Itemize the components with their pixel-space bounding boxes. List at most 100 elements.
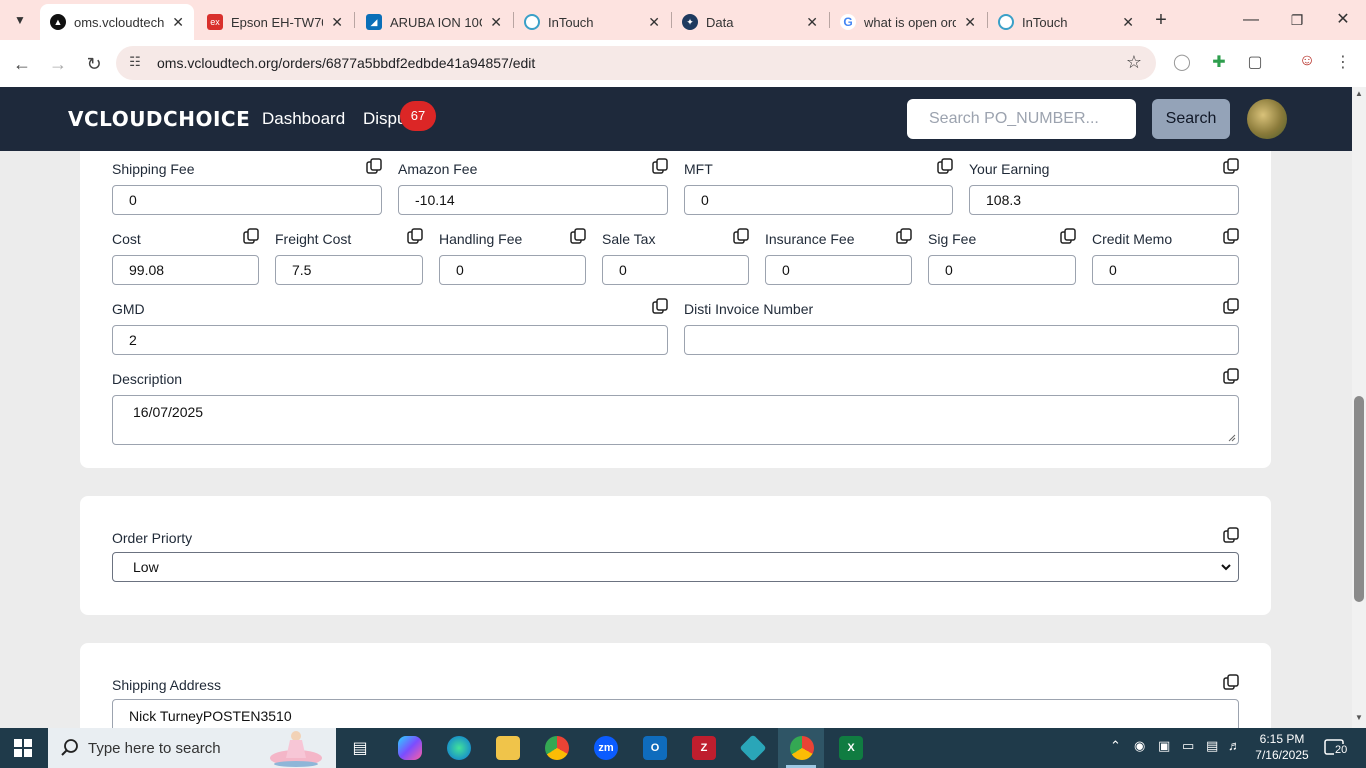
outlook-icon[interactable]: O	[643, 736, 667, 760]
browser-tab-intouch-2[interactable]: InTouch ✕	[988, 4, 1144, 40]
copy-icon[interactable]	[1223, 368, 1239, 384]
edge-browser-icon[interactable]	[447, 736, 471, 760]
freight-cost-label: Freight Cost	[275, 231, 352, 247]
copy-icon[interactable]	[1223, 228, 1239, 244]
back-arrow-icon[interactable]: ←	[7, 49, 37, 79]
reload-icon[interactable]: ↻	[79, 49, 109, 79]
extension-puzzle-green-icon[interactable]: ✚	[1208, 52, 1230, 74]
browser-menu-kebab-icon[interactable]: ⋮	[1332, 52, 1354, 74]
copy-icon[interactable]	[652, 158, 668, 174]
close-tab-icon[interactable]: ✕	[331, 14, 343, 31]
file-explorer-icon[interactable]	[496, 736, 520, 760]
shipping-fee-input[interactable]: 0	[112, 185, 382, 215]
filezilla-icon[interactable]: Z	[692, 736, 716, 760]
insurance-fee-input[interactable]: 0	[765, 255, 912, 285]
copy-icon[interactable]	[407, 228, 423, 244]
copy-icon[interactable]	[1223, 298, 1239, 314]
nav-dashboard-link[interactable]: Dashboard	[262, 109, 345, 129]
minimize-icon[interactable]: —	[1228, 6, 1274, 34]
browser-tab-google[interactable]: G what is open ord ✕	[830, 4, 986, 40]
browser-tab-intouch-1[interactable]: InTouch ✕	[514, 4, 670, 40]
copy-icon[interactable]	[1223, 527, 1239, 543]
profile-icon[interactable]: ☺	[1296, 52, 1318, 74]
zoom-icon[interactable]: zm	[594, 736, 618, 760]
browser-tab-oms[interactable]: ▲ oms.vcloudtech.o ✕	[40, 4, 194, 40]
copy-icon[interactable]	[733, 228, 749, 244]
description-textarea[interactable]: 16/07/2025	[112, 395, 1239, 445]
freight-cost-input[interactable]: 7.5	[275, 255, 423, 285]
scroll-up-arrow-icon[interactable]: ▲	[1354, 89, 1364, 98]
close-tab-icon[interactable]: ✕	[490, 14, 502, 31]
gmd-input[interactable]: 2	[112, 325, 668, 355]
credit-memo-input[interactable]: 0	[1092, 255, 1239, 285]
browser-tab-aruba[interactable]: ◢ ARUBA ION 10G ✕	[356, 4, 512, 40]
copilot-icon[interactable]	[398, 736, 422, 760]
copy-icon[interactable]	[896, 228, 912, 244]
close-tab-icon[interactable]: ✕	[806, 14, 818, 31]
scrollbar-thumb[interactable]	[1354, 396, 1364, 602]
chrome-profile-icon[interactable]	[790, 736, 814, 760]
amazon-fee-input[interactable]: -10.14	[398, 185, 668, 215]
excel-icon[interactable]: X	[839, 736, 863, 760]
address-bar[interactable]: ☷ oms.vcloudtech.org/orders/6877a5bbdf2e…	[116, 46, 1156, 80]
copy-icon[interactable]	[243, 228, 259, 244]
browser-tab-strip: ▼ ▲ oms.vcloudtech.o ✕ ex Epson EH-TW70 …	[0, 0, 1366, 40]
shipping-address-input[interactable]: Nick TurneyPOSTEN3510	[112, 699, 1239, 728]
page-scrollbar[interactable]: ▲ ▼	[1352, 87, 1366, 728]
order-priority-select[interactable]: Low	[112, 552, 1239, 582]
bookmark-star-icon[interactable]: ☆	[1126, 52, 1142, 73]
taskbar-search-box[interactable]: Type here to search	[48, 728, 336, 768]
copy-icon[interactable]	[1223, 674, 1239, 690]
resize-grip-icon[interactable]	[1228, 434, 1236, 442]
app-diamond-icon[interactable]	[739, 734, 767, 762]
close-tab-icon[interactable]: ✕	[648, 14, 660, 31]
site-info-icon[interactable]: ☷	[126, 54, 144, 72]
sale-tax-input[interactable]: 0	[602, 255, 749, 285]
your-earning-input[interactable]: 108.3	[969, 185, 1239, 215]
cost-input[interactable]: 99.08	[112, 255, 259, 285]
browser-tab-epson[interactable]: ex Epson EH-TW70 ✕	[197, 4, 353, 40]
chrome-icon[interactable]	[545, 736, 569, 760]
volume-mute-icon[interactable]: ♬	[1228, 738, 1241, 753]
battery-icon[interactable]: ▭	[1182, 738, 1194, 754]
windows-start-icon[interactable]	[14, 739, 32, 757]
copy-icon[interactable]	[1060, 228, 1076, 244]
extensions-puzzle-icon[interactable]: ▢	[1244, 52, 1266, 74]
disti-invoice-input[interactable]	[684, 325, 1239, 355]
task-view-icon[interactable]: ▤	[348, 736, 372, 760]
restore-icon[interactable]: ❐	[1274, 6, 1320, 34]
translate-globe-icon[interactable]: ◯	[1171, 52, 1193, 74]
notification-center-icon[interactable]: 20	[1322, 738, 1350, 758]
meet-now-icon[interactable]: ◉	[1134, 738, 1145, 754]
new-tab-plus-icon[interactable]: +	[1150, 6, 1172, 34]
taskbar-clock[interactable]: 6:15 PM 7/16/2025	[1250, 731, 1314, 763]
close-tab-icon[interactable]: ✕	[172, 14, 184, 31]
url-text[interactable]: oms.vcloudtech.org/orders/6877a5bbdf2edb…	[157, 55, 535, 71]
window-close-icon[interactable]: ✕	[1320, 6, 1366, 34]
vcloudchoice-logo[interactable]: VCLOUDCHOICE	[68, 107, 250, 131]
copy-icon[interactable]	[652, 298, 668, 314]
show-hidden-icons-chevron-icon[interactable]: ⌃	[1110, 738, 1121, 754]
po-number-search-input[interactable]	[907, 99, 1136, 139]
network-icon[interactable]: ▤	[1206, 738, 1218, 754]
copy-icon[interactable]	[937, 158, 953, 174]
display-icon[interactable]: ▣	[1158, 738, 1170, 754]
search-button[interactable]: Search	[1152, 99, 1230, 139]
copy-icon[interactable]	[366, 158, 382, 174]
browser-tab-data[interactable]: ✦ Data ✕	[672, 4, 828, 40]
copy-icon[interactable]	[570, 228, 586, 244]
mft-input[interactable]: 0	[684, 185, 953, 215]
sig-fee-label: Sig Fee	[928, 231, 977, 247]
tab-title: Data	[706, 14, 734, 30]
disputes-count-badge: 67	[400, 101, 436, 131]
disti-invoice-field: Disti Invoice Number	[684, 298, 1239, 357]
scroll-down-arrow-icon[interactable]: ▼	[1354, 713, 1364, 722]
copy-icon[interactable]	[1223, 158, 1239, 174]
close-tab-icon[interactable]: ✕	[964, 14, 976, 31]
tab-search-chevron-icon[interactable]: ▼	[6, 6, 34, 34]
forward-arrow-icon[interactable]: →	[43, 49, 73, 79]
handling-fee-input[interactable]: 0	[439, 255, 586, 285]
close-tab-icon[interactable]: ✕	[1122, 14, 1134, 31]
user-avatar[interactable]	[1247, 99, 1287, 139]
sig-fee-input[interactable]: 0	[928, 255, 1076, 285]
